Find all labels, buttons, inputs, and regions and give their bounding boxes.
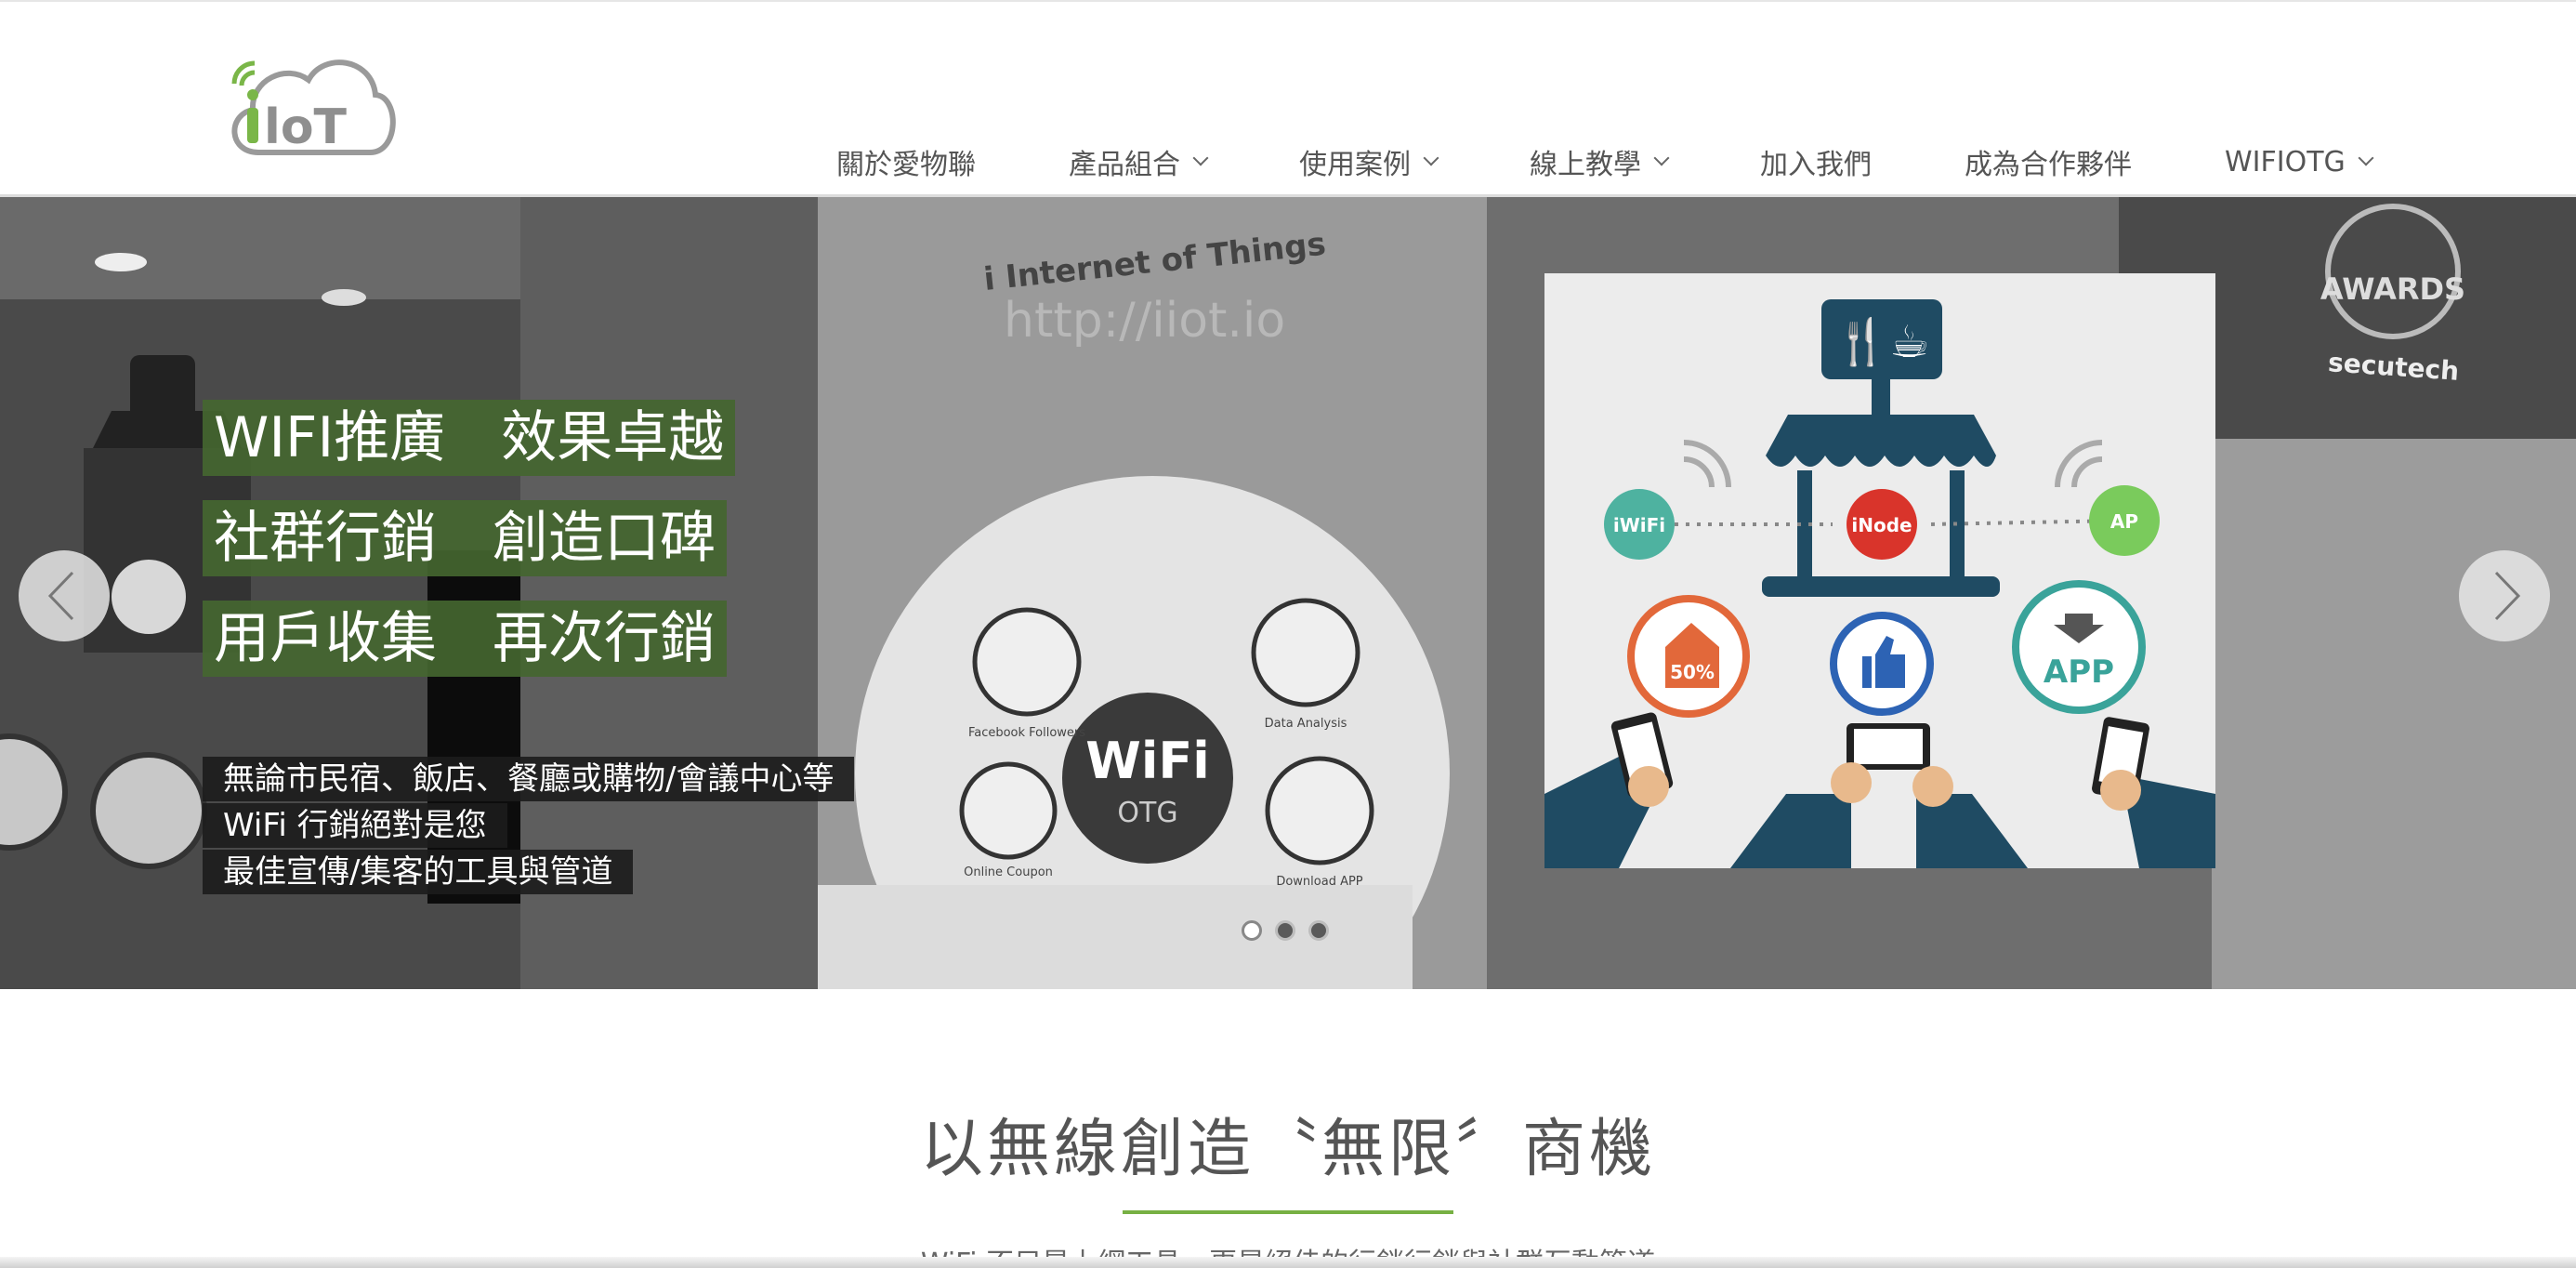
hero-headline: WIFI推廣 效果卓越 bbox=[203, 400, 736, 476]
nav-item-tutorials[interactable]: 線上教學 bbox=[1530, 141, 1670, 182]
nav-item-join-us[interactable]: 加入我們 bbox=[1760, 141, 1872, 182]
svg-text:loT: loT bbox=[264, 99, 348, 155]
nav-item-label: 成為合作夥伴 bbox=[1965, 149, 2132, 181]
kiosk-wifi-label: WiFi bbox=[1085, 732, 1209, 790]
chevron-right-icon bbox=[2494, 571, 2521, 621]
nav-item-label: 關於愛物聯 bbox=[836, 149, 976, 181]
nav-item-use-cases[interactable]: 使用案例 bbox=[1299, 141, 1439, 182]
wifi-marketing-illustration: 🍴☕ iWiFi iNode AP 50% APP bbox=[1544, 273, 2215, 868]
chevron-down-icon bbox=[1423, 150, 1439, 166]
carousel-dot[interactable] bbox=[1308, 920, 1329, 941]
award-label: AWARDS bbox=[2320, 271, 2465, 307]
chevron-down-icon bbox=[1192, 150, 1209, 166]
coupon-label: 50% bbox=[1670, 661, 1715, 683]
node-ap-label: AP bbox=[2110, 510, 2138, 533]
hero-headline: 社群行銷 創造口碑 bbox=[203, 500, 727, 576]
hero-subline: 最佳宣傳/集客的工具與管道 bbox=[203, 850, 634, 894]
svg-text:🍴☕: 🍴☕ bbox=[1834, 316, 1930, 368]
window-bottom-edge bbox=[0, 1257, 2576, 1268]
hero-subline: WiFi 行銷絕對是您 bbox=[203, 803, 507, 848]
iiot-logo[interactable]: loT bbox=[221, 43, 398, 164]
hero-carousel: i Internet of Things http://iiot.io WiFi… bbox=[0, 197, 2576, 989]
hero-headline: 用戶收集 再次行銷 bbox=[203, 601, 727, 677]
kiosk-caption: Download APP bbox=[1276, 875, 1362, 889]
nav-item-label: 產品組合 bbox=[1069, 149, 1180, 181]
hero-subline: 無論市民宿、飯店、餐廳或購物/會議中心等 bbox=[203, 757, 855, 801]
carousel-dot[interactable] bbox=[1275, 920, 1295, 941]
chevron-down-icon bbox=[1653, 150, 1670, 166]
chevron-left-icon bbox=[47, 571, 74, 621]
app-label: APP bbox=[2044, 654, 2114, 691]
nav-item-label: 線上教學 bbox=[1530, 149, 1641, 181]
chevron-down-icon bbox=[2358, 150, 2374, 166]
carousel-pagination bbox=[1242, 920, 1342, 941]
main-nav: 關於愛物聯 產品組合 使用案例 線上教學 加入我們 成為合作夥伴 WIFIOTG bbox=[836, 141, 2464, 182]
site-header: loT 關於愛物聯 產品組合 使用案例 線上教學 加入我們 成為合作夥伴 WIF… bbox=[0, 0, 2576, 197]
section-divider bbox=[1123, 1210, 1453, 1214]
nav-item-about[interactable]: 關於愛物聯 bbox=[836, 141, 976, 182]
node-inode-label: iNode bbox=[1851, 514, 1912, 536]
nav-item-label: WIFIOTG bbox=[2225, 145, 2346, 178]
booth-url: http://iiot.io bbox=[1004, 293, 1285, 349]
nav-item-wifiotg[interactable]: WIFIOTG bbox=[2225, 141, 2374, 182]
section-title: 以無線創造〝無限〞商機 bbox=[919, 1113, 1656, 1186]
nav-item-products[interactable]: 產品組合 bbox=[1069, 141, 1209, 182]
nav-item-partner[interactable]: 成為合作夥伴 bbox=[1965, 141, 2132, 182]
kiosk-otg-label: OTG bbox=[1117, 797, 1177, 829]
nav-item-label: 使用案例 bbox=[1299, 149, 1411, 181]
kiosk-caption: Facebook Followers bbox=[968, 726, 1085, 740]
kiosk-caption: Online Coupon bbox=[964, 865, 1053, 879]
nav-item-label: 加入我們 bbox=[1760, 149, 1872, 181]
carousel-prev-button[interactable] bbox=[19, 550, 110, 641]
node-iwifi-label: iWiFi bbox=[1613, 514, 1665, 536]
carousel-dot[interactable] bbox=[1242, 920, 1262, 941]
carousel-next-button[interactable] bbox=[2459, 550, 2550, 641]
kiosk-caption: Data Analysis bbox=[1265, 717, 1347, 731]
